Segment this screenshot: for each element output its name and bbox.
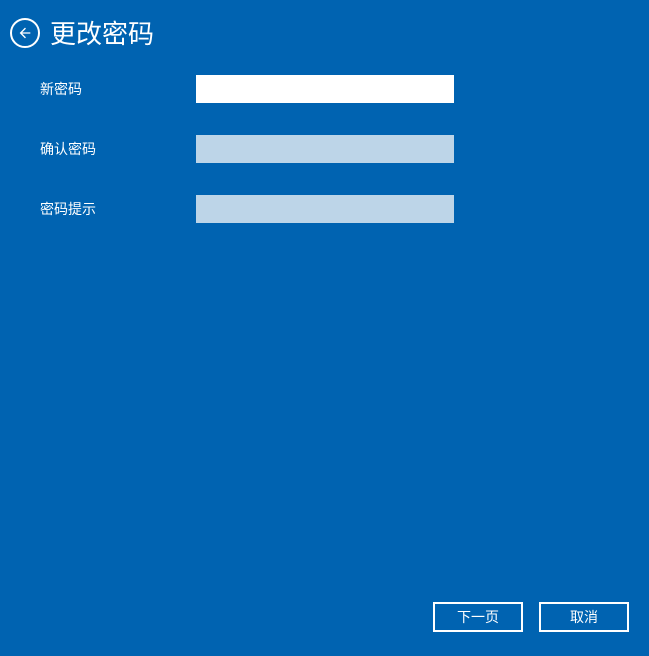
button-bar: 下一页 取消 [433,602,629,632]
confirm-password-row: 确认密码 [40,135,609,163]
back-button[interactable] [10,18,40,48]
confirm-password-label: 确认密码 [40,139,196,159]
password-hint-row: 密码提示 [40,195,609,223]
new-password-input[interactable] [196,75,454,103]
arrow-left-icon [17,25,33,41]
next-button[interactable]: 下一页 [433,602,523,632]
password-hint-label: 密码提示 [40,199,196,219]
cancel-button[interactable]: 取消 [539,602,629,632]
new-password-label: 新密码 [40,79,196,99]
new-password-row: 新密码 [40,75,609,103]
page-header: 更改密码 [0,0,649,65]
confirm-password-input[interactable] [196,135,454,163]
password-form: 新密码 确认密码 密码提示 [0,65,649,265]
page-title: 更改密码 [50,14,154,51]
password-hint-input[interactable] [196,195,454,223]
